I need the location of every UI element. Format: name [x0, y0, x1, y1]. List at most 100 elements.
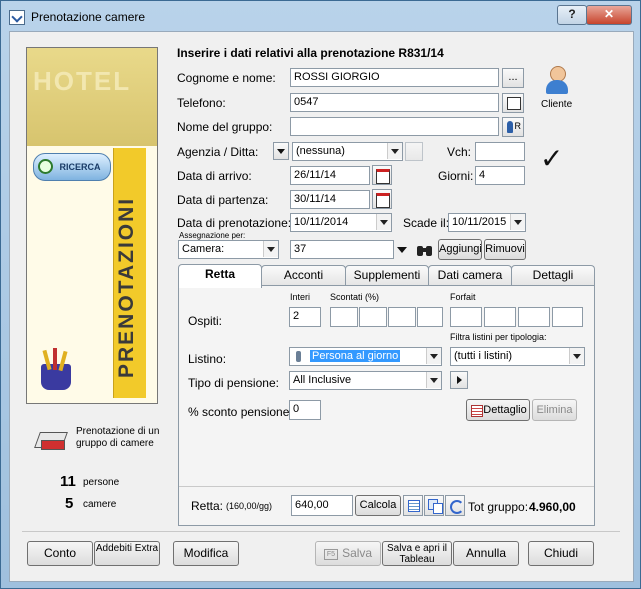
person-icon	[296, 351, 301, 362]
scontati-input-1[interactable]	[330, 307, 358, 327]
cognome-label: Cognome e nome:	[177, 71, 276, 85]
cliente-icon[interactable]	[544, 64, 570, 98]
pensione-select[interactable]: All Inclusive	[289, 371, 442, 390]
retta-label: Retta:	[191, 499, 224, 513]
partenza-calendar-button[interactable]	[372, 189, 392, 209]
sconto-input[interactable]: 0	[289, 400, 321, 420]
vch-input[interactable]	[475, 142, 525, 161]
sconto-label: % sconto pensione:	[188, 405, 293, 419]
list-view-button[interactable]	[403, 495, 423, 516]
page-title: Inserire i dati relativi alla prenotazio…	[177, 46, 444, 60]
tab-acconti[interactable]: Acconti	[261, 265, 346, 286]
filtro-listini-select[interactable]: (tutti i listini)	[450, 347, 585, 366]
vch-label: Vch:	[447, 145, 472, 159]
telefono-input[interactable]: 0547	[290, 93, 499, 112]
filtra-label: Filtra listini per tipologia:	[450, 332, 547, 342]
listino-select[interactable]: Persona al giorno	[289, 347, 442, 366]
checkmark-icon: ✓	[540, 143, 564, 174]
pensione-value: All Inclusive	[293, 374, 352, 386]
close-button[interactable]: ✕	[586, 5, 632, 25]
chevron-down-icon	[426, 348, 441, 364]
title-bar[interactable]: Prenotazione camere ? ✕	[1, 1, 640, 31]
agenzia-select[interactable]: (nessuna)	[292, 142, 403, 161]
partenza-label: Data di partenza:	[177, 193, 269, 207]
pensione-next-button[interactable]	[450, 371, 468, 389]
forfait-input-3[interactable]	[518, 307, 550, 327]
camera-input[interactable]: 37	[290, 240, 394, 259]
filtro-value: (tutti i listini)	[454, 350, 513, 362]
salva-button[interactable]: F5 Salva	[315, 541, 381, 566]
conto-button[interactable]: Conto	[27, 541, 93, 566]
cognome-browse-button[interactable]: ...	[502, 68, 524, 88]
assegnazione-value: Camera:	[182, 243, 225, 255]
search-button[interactable]: RICERCA	[33, 153, 111, 181]
agenzia-menu-button[interactable]	[273, 142, 289, 160]
copy-button[interactable]	[424, 495, 444, 516]
aggiungi-button[interactable]: Aggiungi	[438, 239, 482, 260]
chevron-down-icon	[569, 348, 584, 364]
group-booking-icon[interactable]	[34, 424, 69, 454]
calendar-icon	[376, 169, 390, 184]
persone-count: 11	[60, 473, 76, 490]
arrivo-input[interactable]: 26/11/14	[290, 166, 370, 185]
pensione-label: Tipo di pensione:	[188, 376, 279, 390]
forfait-input-4[interactable]	[552, 307, 583, 327]
scontati-input-4[interactable]	[417, 307, 443, 327]
binoculars-icon[interactable]	[416, 242, 434, 258]
scontati-label: Scontati (%)	[330, 292, 380, 302]
annulla-button[interactable]: Annulla	[453, 541, 519, 566]
footer-divider	[22, 531, 620, 532]
tab-retta[interactable]: Retta	[178, 264, 262, 288]
dettaglio-button[interactable]: Dettaglio	[466, 399, 530, 421]
rimuovi-button[interactable]: Rimuovi	[484, 239, 526, 260]
prenotazione-value: 10/11/2014	[294, 216, 349, 228]
phone-icon	[507, 97, 521, 110]
tab-dettagli[interactable]: Dettagli	[511, 265, 595, 286]
prenotazione-label: Data di prenotazione:	[177, 216, 292, 230]
scontati-input-3[interactable]	[388, 307, 416, 327]
forfait-input-2[interactable]	[484, 307, 516, 327]
giorni-input[interactable]: 4	[475, 166, 525, 185]
hotel-banner: HOTEL	[27, 48, 157, 146]
vertical-title: PRENOTAZIONI	[115, 196, 138, 378]
tot-gruppo-value: 4.960,00	[529, 500, 576, 514]
chiudi-button[interactable]: Chiudi	[528, 541, 594, 566]
assegnazione-select[interactable]: Camera:	[178, 240, 279, 259]
retta-panel: Interi Scontati (%) Forfait Ospiti: 2 Fi…	[178, 285, 595, 526]
camere-label: camere	[83, 499, 117, 510]
phone-book-button[interactable]	[502, 93, 524, 113]
calcola-button[interactable]: Calcola	[355, 495, 401, 516]
retta-input[interactable]: 640,00	[291, 495, 353, 516]
agenzia-link-button[interactable]	[405, 142, 423, 161]
camera-dropdown-button[interactable]	[395, 240, 409, 259]
addebiti-extra-button[interactable]: Addebiti Extra	[94, 541, 160, 566]
gruppo-button[interactable]: R	[502, 117, 524, 137]
refresh-button[interactable]	[445, 495, 465, 516]
tab-supplementi[interactable]: Supplementi	[345, 265, 429, 286]
elimina-button[interactable]: Elimina	[532, 399, 577, 421]
arrivo-calendar-button[interactable]	[372, 165, 392, 185]
ospiti-interi-input[interactable]: 2	[289, 307, 321, 327]
brand-panel: HOTEL RICERCA PRENOTAZIONI	[26, 47, 158, 404]
gruppo-input[interactable]	[290, 117, 499, 136]
salva-apri-tableau-button[interactable]: Salva e apri il Tableau	[382, 541, 452, 566]
gruppo-label: Nome del gruppo:	[177, 120, 273, 134]
forfait-input-1[interactable]	[450, 307, 482, 327]
table-icon	[471, 405, 483, 417]
help-button[interactable]: ?	[557, 5, 587, 25]
scontati-input-2[interactable]	[359, 307, 387, 327]
modifica-button[interactable]: Modifica	[173, 541, 239, 566]
search-label: RICERCA	[59, 162, 101, 172]
cognome-input[interactable]: ROSSI GIORGIO	[290, 68, 499, 87]
tab-dati-camera[interactable]: Dati camera	[428, 265, 512, 286]
prenotazione-date-select[interactable]: 10/11/2014	[290, 213, 392, 232]
scade-date-select[interactable]: 10/11/2015	[448, 213, 526, 232]
tot-gruppo-label: Tot gruppo:	[468, 500, 529, 514]
listino-label: Listino:	[188, 352, 227, 366]
window-title: Prenotazione camere	[31, 10, 146, 24]
search-icon	[38, 159, 53, 174]
forfait-label: Forfait	[450, 292, 476, 302]
partenza-input[interactable]: 30/11/14	[290, 190, 370, 209]
app-window: Prenotazione camere ? ✕ HOTEL RICERCA PR…	[0, 0, 641, 589]
person-icon	[507, 121, 513, 133]
